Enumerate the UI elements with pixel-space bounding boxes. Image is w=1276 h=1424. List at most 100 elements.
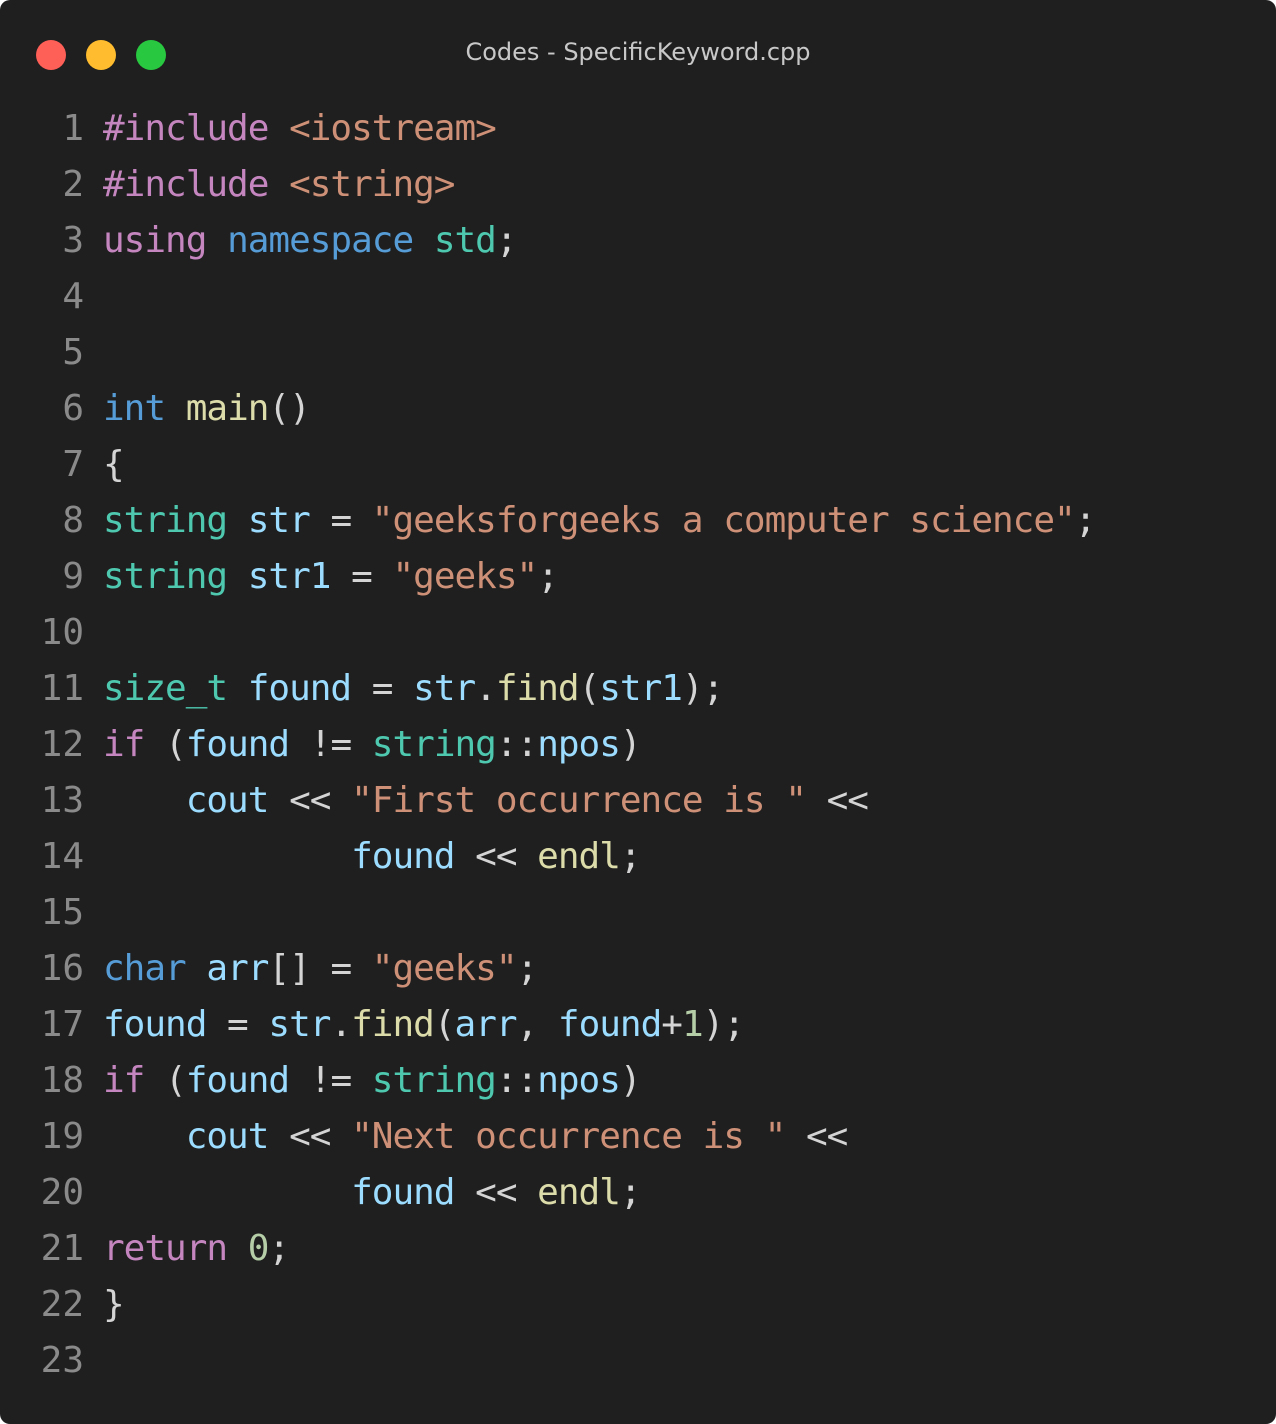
code-text: { xyxy=(103,437,125,493)
code-text: return 0; xyxy=(103,1221,290,1277)
code-token: , xyxy=(516,1004,558,1045)
code-line: 20 found << endl; xyxy=(0,1165,1276,1221)
code-token: str xyxy=(247,500,311,541)
line-number: 13 xyxy=(40,780,84,821)
code-text: found << endl; xyxy=(103,829,641,885)
code-token: :: xyxy=(495,1060,538,1101)
code-token: () xyxy=(268,388,310,429)
code-token: ; xyxy=(516,948,539,989)
code-token: str1 xyxy=(599,668,683,709)
code-token: found xyxy=(103,1004,207,1045)
code-token: ; xyxy=(495,220,518,261)
code-token: string xyxy=(103,556,228,597)
code-token: ( xyxy=(144,724,187,765)
code-editor[interactable]: 1 #include <iostream> 2 #include <string> 3 u… xyxy=(0,101,1276,1389)
code-token: } xyxy=(103,1284,125,1325)
code-token: found xyxy=(351,1172,455,1213)
code-token: ( xyxy=(144,1060,187,1101)
line-number: 5 xyxy=(62,332,84,373)
code-text: string str = "geeksforgeeks a computer s… xyxy=(103,493,1097,549)
code-token: main xyxy=(185,388,270,429)
code-token: [] = xyxy=(268,948,372,989)
code-token: find xyxy=(495,668,580,709)
code-token: endl xyxy=(537,836,621,877)
line-number: 9 xyxy=(62,556,84,597)
code-line: 4 xyxy=(0,269,1276,325)
code-line: 23 xyxy=(0,1333,1276,1389)
code-line: 3 using namespace std; xyxy=(0,213,1276,269)
code-text: cout << "First occurrence is " << xyxy=(103,773,869,829)
line-number: 23 xyxy=(40,1340,84,1381)
code-text: found << endl; xyxy=(103,1165,641,1221)
code-token: str xyxy=(413,668,476,709)
code-token: << xyxy=(785,1116,848,1157)
line-number: 4 xyxy=(62,276,84,317)
code-token: ) xyxy=(619,724,642,765)
code-token: . xyxy=(330,1004,352,1045)
code-line: 9 string str1 = "geeks"; xyxy=(0,549,1276,605)
code-token: string xyxy=(371,1060,497,1101)
code-token: { xyxy=(103,444,125,485)
line-number: 22 xyxy=(40,1284,84,1325)
code-token: = xyxy=(206,1004,269,1045)
line-number: 3 xyxy=(62,220,84,261)
line-number: 17 xyxy=(40,1004,84,1045)
code-token: cout xyxy=(185,1116,270,1157)
code-token: ( xyxy=(433,1004,456,1045)
code-token: "geeks" xyxy=(392,556,538,597)
code-token: != xyxy=(289,1060,372,1101)
code-token: = xyxy=(309,500,372,541)
code-window: Codes - SpecificKeyword.cpp 1 #include <i… xyxy=(0,0,1276,1424)
code-token: found xyxy=(351,836,455,877)
code-token: + xyxy=(661,1004,683,1045)
code-line: 19 cout << "Next occurrence is " << xyxy=(0,1109,1276,1165)
code-text: } xyxy=(103,1277,125,1333)
line-number: 15 xyxy=(40,892,84,933)
line-number: 19 xyxy=(40,1116,84,1157)
code-token: std xyxy=(433,220,497,261)
title-bar: Codes - SpecificKeyword.cpp xyxy=(0,0,1276,108)
code-token: ( xyxy=(578,668,601,709)
code-token: arr xyxy=(454,1004,518,1045)
code-text: if (found != string::npos) xyxy=(103,717,642,773)
line-number: 14 xyxy=(40,836,84,877)
code-token: ; xyxy=(1074,500,1097,541)
code-token: string xyxy=(103,500,228,541)
code-token: "First occurrence is " xyxy=(351,780,807,821)
line-number: 20 xyxy=(40,1172,84,1213)
code-text: if (found != string::npos) xyxy=(103,1053,642,1109)
code-token: ); xyxy=(702,1004,745,1045)
code-token: #include xyxy=(103,164,269,205)
code-token: ; xyxy=(268,1228,290,1269)
code-token: << xyxy=(268,780,352,821)
code-line: 7{ xyxy=(0,437,1276,493)
code-line: 11 size_t found = str.find(str1); xyxy=(0,661,1276,717)
code-token: << xyxy=(805,780,869,821)
code-token: != xyxy=(289,724,372,765)
code-line: 12 if (found != string::npos) xyxy=(0,717,1276,773)
code-token: using xyxy=(103,220,207,261)
line-number: 16 xyxy=(40,948,84,989)
code-line: 18 if (found != string::npos) xyxy=(0,1053,1276,1109)
code-token: = xyxy=(330,556,393,597)
code-text: #include <string> xyxy=(103,157,455,213)
line-number: 12 xyxy=(40,724,84,765)
code-text: found = str.find(arr, found+1); xyxy=(103,997,745,1053)
line-number: 21 xyxy=(40,1228,84,1269)
code-token: ) xyxy=(619,1060,642,1101)
code-token: << xyxy=(454,1172,538,1213)
code-token: find xyxy=(351,1004,435,1045)
code-line: 6 int main() xyxy=(0,381,1276,437)
line-number: 2 xyxy=(62,164,84,205)
code-token: npos xyxy=(537,1060,621,1101)
line-number: 10 xyxy=(40,612,84,653)
